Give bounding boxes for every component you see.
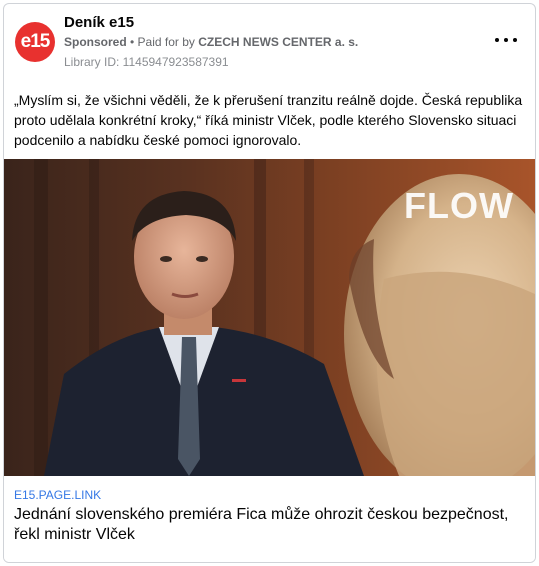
ad-card: e15 Deník e15 Sponsored • Paid for by CZ… <box>3 3 536 563</box>
link-headline[interactable]: Jednání slovenského premiéra Fica může o… <box>14 505 529 545</box>
payer-name: CZECH NEWS CENTER a. s. <box>198 35 359 49</box>
page-name[interactable]: Deník e15 <box>64 14 134 31</box>
link-domain[interactable]: E15.PAGE.LINK <box>14 488 101 502</box>
sponsor-meta: Sponsored • Paid for by CZECH NEWS CENTE… <box>64 35 358 49</box>
more-dot <box>495 38 499 42</box>
link-preview[interactable]: E15.PAGE.LINK Jednání slovenského premié… <box>4 476 535 562</box>
flow-watermark-logo: FLOW <box>404 185 514 226</box>
page-avatar[interactable]: e15 <box>15 22 55 62</box>
more-dot <box>513 38 517 42</box>
sponsored-label: Sponsored <box>64 35 127 49</box>
more-options-icon[interactable] <box>495 32 517 48</box>
meta-separator: • <box>126 35 138 49</box>
post-body-text: „Myslím si, že všichni věděli, že k přer… <box>14 92 523 148</box>
post-image[interactable]: FLOW <box>4 159 535 476</box>
paid-for-prefix: Paid for by <box>137 35 199 49</box>
more-dot <box>504 38 508 42</box>
post-header: e15 Deník e15 Sponsored • Paid for by CZ… <box>4 4 535 79</box>
library-id: Library ID: 1145947923587391 <box>64 55 229 69</box>
avatar-logo-text: e15 <box>20 31 51 52</box>
